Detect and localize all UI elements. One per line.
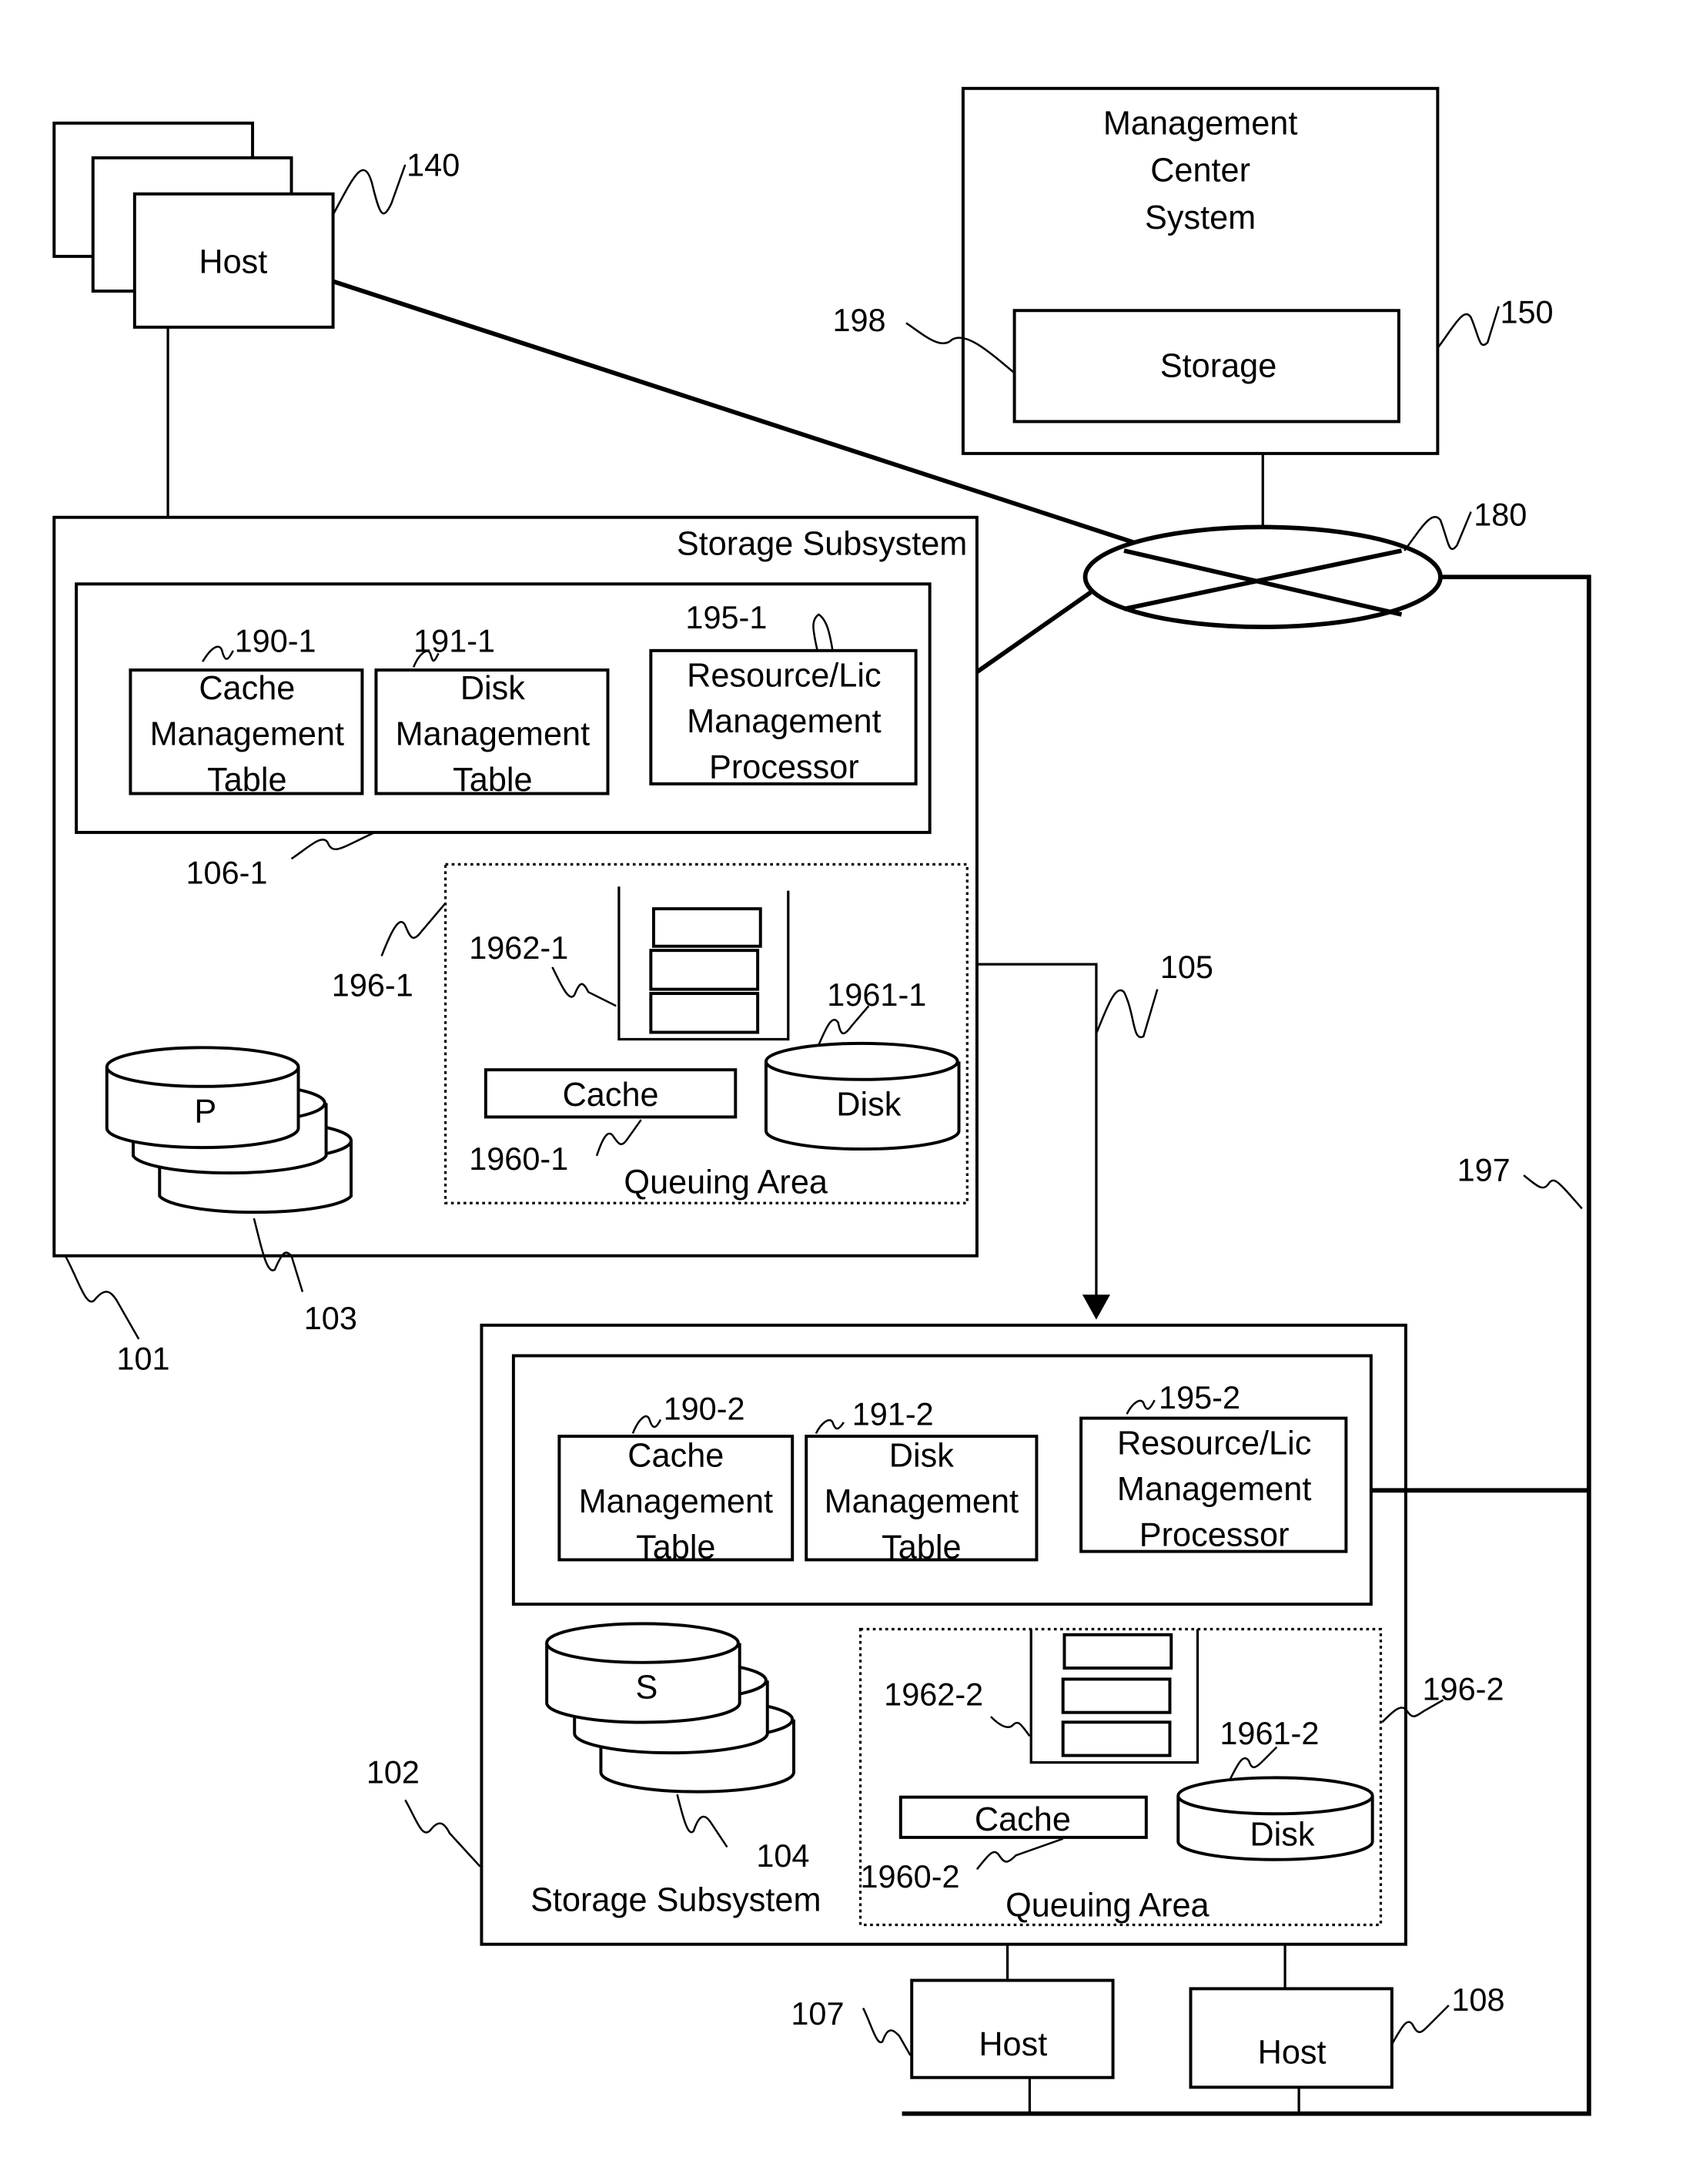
cache-table-2-line-3: Table	[636, 1529, 715, 1566]
network-180[interactable]: 180	[1082, 497, 1527, 630]
cache-table-1-line-2: Management	[150, 715, 344, 752]
processor-1-line-2: Management	[687, 703, 881, 740]
disk-table-1-line-1: Disk	[460, 670, 525, 707]
storage-subsystem-2: Storage Subsystem Cache Management Table…	[480, 1323, 1504, 1946]
ref-196-1: 196-1	[332, 967, 413, 1003]
queue-2-slot-1	[1062, 1633, 1173, 1670]
cache-table-1-line-1: Cache	[199, 670, 295, 707]
cache-table-1-line-3: Table	[207, 762, 286, 799]
disk-table-1-line-2: Management	[396, 715, 590, 752]
queue-1-slot-3	[649, 992, 760, 1034]
ref-107: 107	[791, 1995, 844, 2032]
cache-2-label: Cache	[975, 1801, 1071, 1838]
queue-2-slot-2	[1061, 1677, 1172, 1714]
ref-106-1: 106-1	[186, 855, 268, 891]
ref-191-1: 191-1	[413, 623, 495, 659]
host-107-label: Host	[979, 2026, 1047, 2063]
host-108-label: Host	[1258, 2035, 1327, 2072]
leader-102	[404, 1799, 481, 1867]
leader-108	[1390, 2005, 1450, 2045]
ref-190-2: 190-2	[664, 1390, 745, 1426]
disk-1-label: Disk	[836, 1087, 901, 1124]
leader-107	[862, 2008, 912, 2056]
ref-101: 101	[116, 1340, 169, 1376]
processor-2-line-2: Management	[1117, 1471, 1311, 1508]
host-stack-140: Host 140	[52, 121, 460, 329]
cache-1-label: Cache	[563, 1077, 659, 1114]
link-105-arrowhead	[1082, 1295, 1110, 1320]
ref-195-1: 195-1	[685, 599, 767, 635]
ref-196-2: 196-2	[1423, 1670, 1504, 1707]
queue-2-slot-3	[1061, 1720, 1172, 1757]
leader-140	[332, 164, 407, 216]
management-title-line-1: Management	[1103, 105, 1297, 142]
cache-table-2-line-1: Cache	[627, 1438, 724, 1475]
ref-140: 140	[407, 146, 460, 183]
subsystem-1-title: Storage Subsystem	[677, 525, 967, 562]
processor-2-line-3: Processor	[1139, 1516, 1290, 1553]
system-diagram: Host 140 Management Center System Storag…	[52, 86, 1591, 2116]
ref-1960-1: 1960-1	[469, 1141, 568, 1177]
management-title-line-3: System	[1145, 199, 1256, 236]
cache-table-2-line-2: Management	[579, 1483, 773, 1520]
ref-190-1: 190-1	[235, 623, 316, 659]
leader-197	[1523, 1174, 1583, 1210]
ref-195-2: 195-2	[1159, 1379, 1240, 1415]
ref-103: 103	[304, 1300, 357, 1336]
ref-150: 150	[1500, 293, 1553, 330]
ref-108: 108	[1451, 1981, 1504, 2018]
ref-197: 197	[1457, 1151, 1511, 1187]
ref-102: 102	[366, 1754, 420, 1790]
disk-1961-2[interactable]: Disk	[1176, 1776, 1374, 1861]
volume-p-label: P	[194, 1094, 216, 1131]
link-105	[976, 963, 1098, 1301]
disk-2-label: Disk	[1250, 1817, 1314, 1854]
ref-1962-1: 1962-1	[469, 930, 568, 966]
volume-s-disk-1-top	[545, 1622, 740, 1664]
management-title-line-2: Center	[1150, 152, 1250, 189]
leader-101	[64, 1255, 140, 1340]
disk-table-2-line-3: Table	[882, 1529, 961, 1566]
processor-1-line-3: Processor	[709, 749, 859, 786]
queue-1-slot-2	[649, 949, 760, 991]
leader-150	[1437, 306, 1500, 349]
ref-1960-2: 1960-2	[861, 1858, 960, 1894]
disk-table-1-line-3: Table	[453, 762, 532, 799]
processor-1-line-1: Resource/Lic	[687, 658, 881, 695]
host-107[interactable]: Host	[910, 1978, 1115, 2079]
ref-105: 105	[1160, 949, 1213, 985]
storage-subsystem-1: Storage Subsystem Cache Management Table…	[52, 515, 979, 1336]
ref-104: 104	[756, 1837, 809, 1874]
disk-2-top	[1176, 1776, 1374, 1816]
ref-191-2: 191-2	[852, 1396, 934, 1432]
ref-1962-2: 1962-2	[884, 1677, 983, 1713]
leader-180	[1404, 511, 1472, 551]
ref-180: 180	[1474, 497, 1527, 533]
disk-table-2-line-1: Disk	[889, 1438, 954, 1475]
disk-1-top	[764, 1041, 959, 1081]
queuing-area-2-label: Queuing Area	[1005, 1888, 1210, 1924]
ref-1961-1: 1961-1	[827, 976, 926, 1013]
disk-table-2-line-2: Management	[825, 1483, 1019, 1520]
management-center-system: Management Center System Storage 150 198	[832, 86, 1554, 455]
queue-1-slot-1	[651, 907, 762, 948]
host-108[interactable]: Host	[1189, 1987, 1394, 2089]
ref-198: 198	[832, 302, 885, 338]
leader-105	[1095, 989, 1159, 1039]
volume-p-disk-1-top	[105, 1046, 300, 1088]
subsystem-2-title: Storage Subsystem	[530, 1881, 821, 1918]
volume-s-label: S	[636, 1670, 658, 1707]
processor-2-line-1: Resource/Lic	[1117, 1425, 1311, 1462]
queuing-area-1-label: Queuing Area	[624, 1164, 828, 1201]
host-label: Host	[199, 244, 267, 281]
disk-1961-1[interactable]: Disk	[764, 1041, 961, 1151]
ref-1961-2: 1961-2	[1220, 1715, 1319, 1751]
management-storage-label: Storage	[1160, 348, 1276, 385]
